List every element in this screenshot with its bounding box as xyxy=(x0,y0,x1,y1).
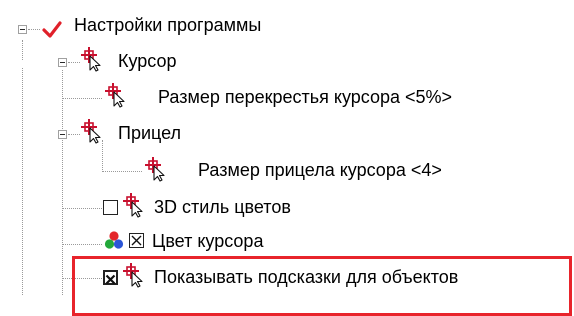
tree-line xyxy=(62,244,102,245)
collapse-toggle[interactable] xyxy=(18,25,27,34)
rgb-circles-icon xyxy=(104,231,124,249)
aim-size-label[interactable]: Размер прицела курсора <4> xyxy=(198,159,442,181)
cursor-crosshair-icon xyxy=(145,157,165,182)
tree-line xyxy=(62,208,102,209)
tree-line xyxy=(22,68,23,295)
settings-tree: Настройки программы Курсор Размер перекр… xyxy=(0,0,574,316)
cursor-color-checkbox[interactable] xyxy=(129,233,144,248)
style-3d-checkbox[interactable] xyxy=(103,200,118,215)
collapse-toggle[interactable] xyxy=(58,58,67,67)
cursor-crosshair-icon xyxy=(105,83,125,108)
tree-line xyxy=(62,98,102,99)
tree-line xyxy=(28,29,40,30)
cursor-crosshair-icon xyxy=(81,47,101,72)
style-3d-label[interactable]: 3D стиль цветов xyxy=(154,196,291,218)
tree-line xyxy=(102,140,103,172)
root-label[interactable]: Настройки программы xyxy=(74,14,261,36)
cursor-crosshair-icon xyxy=(123,193,143,218)
cursor-label[interactable]: Курсор xyxy=(118,50,177,72)
tree-line xyxy=(22,40,23,60)
cursor-color-label[interactable]: Цвет курсора xyxy=(152,230,263,252)
tree-line xyxy=(62,70,63,295)
cursor-crosshair-icon xyxy=(81,119,101,144)
crosshair-size-label[interactable]: Размер перекрестья курсора <5%> xyxy=(158,86,452,108)
highlight-frame xyxy=(72,256,572,316)
collapse-toggle[interactable] xyxy=(58,130,67,139)
tree-line xyxy=(102,171,142,172)
aim-label[interactable]: Прицел xyxy=(118,122,181,144)
x-mark-icon xyxy=(131,235,142,246)
tree-line xyxy=(68,134,80,135)
tree-line xyxy=(68,62,80,63)
red-checkmark-icon xyxy=(42,21,62,38)
